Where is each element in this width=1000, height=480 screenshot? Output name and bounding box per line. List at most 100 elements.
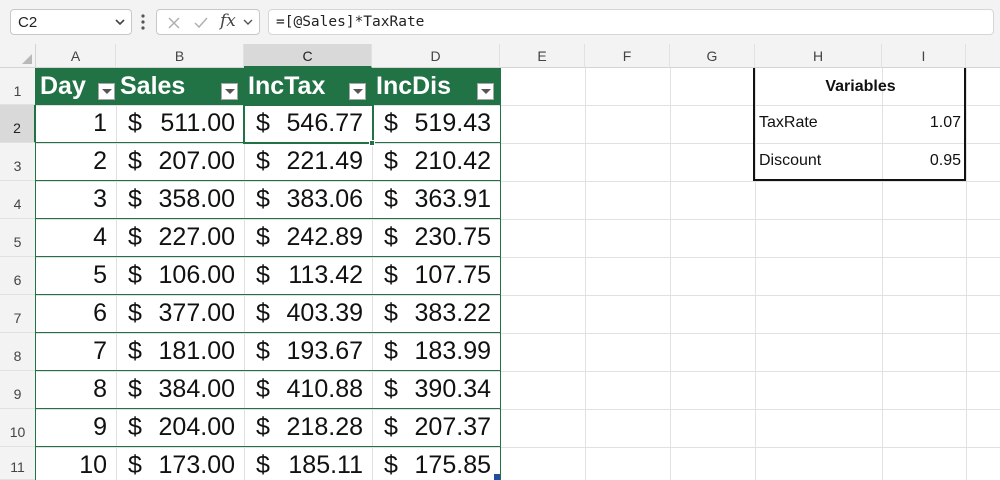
table-cell-day[interactable]: 1 [36,105,116,143]
table-cell-inctax[interactable]: $193.67 [244,333,372,371]
table-header-sales[interactable]: Sales [116,68,244,105]
cell-value: 221.49 [286,147,363,175]
formula-input[interactable]: =[@Sales]*TaxRate [268,9,994,35]
table-cell-incdis[interactable]: $383.22 [372,295,500,333]
currency-symbol: $ [384,109,398,137]
variable-value-discount[interactable]: 0.95 [930,152,961,170]
name-box[interactable]: C2 [10,9,132,35]
select-all-corner[interactable] [0,44,36,68]
more-options-icon[interactable] [141,12,145,32]
filter-dropdown-icon[interactable] [349,83,366,100]
table-cell-sales[interactable]: $384.00 [116,371,244,409]
filter-dropdown-icon[interactable] [477,83,494,100]
table-cell-incdis[interactable]: $363.91 [372,181,500,219]
table-cell-sales[interactable]: $227.00 [116,219,244,257]
table-cell-sales[interactable]: $204.00 [116,409,244,447]
chevron-down-icon[interactable] [241,15,255,29]
table-cell-incdis[interactable]: $230.75 [372,219,500,257]
table-cell-inctax[interactable]: $185.11 [244,447,372,480]
cell-value: 519.43 [414,109,491,137]
row-header-11[interactable]: 11 [0,447,36,480]
cancel-icon[interactable] [165,14,183,32]
table-resize-handle[interactable] [494,474,500,480]
cell-value: 207.37 [414,413,491,441]
table-cell-sales[interactable]: $377.00 [116,295,244,333]
table-cell-day[interactable]: 4 [36,219,116,257]
formula-bar: C2 fx =[@Sales]*TaxRate [0,0,1000,44]
table-header-incdis[interactable]: IncDis [372,68,500,105]
table-cell-day[interactable]: 6 [36,295,116,333]
row-header-10[interactable]: 10 [0,409,36,447]
filter-dropdown-icon[interactable] [98,83,115,100]
row-header-4[interactable]: 4 [0,181,36,219]
table-cell-inctax[interactable]: $403.39 [244,295,372,333]
cell-value: 363.91 [414,185,491,213]
table-header-inctax[interactable]: IncTax [244,68,372,105]
column-header-h[interactable]: H [755,44,882,68]
chevron-down-icon[interactable] [113,15,127,29]
table-cell-sales[interactable]: $106.00 [116,257,244,295]
table-cell-incdis[interactable]: $210.42 [372,143,500,181]
currency-symbol: $ [256,413,270,441]
row-header-1[interactable]: 1 [0,68,36,105]
row-header-3[interactable]: 3 [0,143,36,181]
column-header-e[interactable]: E [500,44,585,68]
column-header-b[interactable]: B [116,44,244,68]
table-cell-day[interactable]: 10 [36,447,116,480]
variable-value-taxrate[interactable]: 1.07 [930,114,961,132]
currency-symbol: $ [256,147,270,175]
column-header-c[interactable]: C [244,44,372,68]
variable-name-discount[interactable]: Discount [759,152,821,170]
row-header-8[interactable]: 8 [0,333,36,371]
table-cell-sales[interactable]: $173.00 [116,447,244,480]
row-header-7[interactable]: 7 [0,295,36,333]
table-cell-inctax[interactable]: $242.89 [244,219,372,257]
table-cell-day[interactable]: 7 [36,333,116,371]
table-cell-sales[interactable]: $181.00 [116,333,244,371]
currency-symbol: $ [128,375,142,403]
insert-function-icon[interactable]: fx [220,11,236,31]
table-cell-day[interactable]: 3 [36,181,116,219]
column-header-next[interactable] [966,44,1000,68]
table-cell-inctax[interactable]: $221.49 [244,143,372,181]
column-header-i[interactable]: I [882,44,966,68]
table-cell-inctax[interactable]: $383.06 [244,181,372,219]
column-header-d[interactable]: D [372,44,500,68]
table-cell-inctax[interactable]: $546.77 [244,105,372,143]
table-cell-day[interactable]: 8 [36,371,116,409]
currency-symbol: $ [384,451,398,479]
cell-value: 546.77 [286,109,363,137]
row-header-5[interactable]: 5 [0,219,36,257]
table-cell-inctax[interactable]: $113.42 [244,257,372,295]
filter-dropdown-icon[interactable] [221,83,238,100]
enter-checkmark-icon[interactable] [192,14,210,32]
table-cell-sales[interactable]: $358.00 [116,181,244,219]
variables-box: Variables TaxRate 1.07 Discount 0.95 [753,68,966,181]
variables-title[interactable]: Variables [755,68,966,105]
row-header-2[interactable]: 2 [0,105,36,143]
table-cell-day[interactable]: 5 [36,257,116,295]
table-cell-incdis[interactable]: $519.43 [372,105,500,143]
table-cell-incdis[interactable]: $207.37 [372,409,500,447]
table-header-day[interactable]: Day [36,68,116,105]
table-cell-incdis[interactable]: $175.85 [372,447,500,480]
column-header-g[interactable]: G [670,44,755,68]
fill-handle[interactable] [369,140,375,146]
table-cell-day[interactable]: 2 [36,143,116,181]
table-cell-sales[interactable]: $511.00 [116,105,244,143]
row-header-6[interactable]: 6 [0,257,36,295]
cell-value: 218.28 [286,413,363,441]
table-cell-incdis[interactable]: $390.34 [372,371,500,409]
row-header-9[interactable]: 9 [0,371,36,409]
variable-name-taxrate[interactable]: TaxRate [759,114,818,132]
table-cell-inctax[interactable]: $410.88 [244,371,372,409]
cell-value: 230.75 [414,223,491,251]
column-header-a[interactable]: A [36,44,116,68]
table-cell-sales[interactable]: $207.00 [116,143,244,181]
table-cell-incdis[interactable]: $107.75 [372,257,500,295]
table-cell-incdis[interactable]: $183.99 [372,333,500,371]
cell-value: 173.00 [158,451,235,479]
column-header-f[interactable]: F [585,44,670,68]
table-cell-inctax[interactable]: $218.28 [244,409,372,447]
table-cell-day[interactable]: 9 [36,409,116,447]
